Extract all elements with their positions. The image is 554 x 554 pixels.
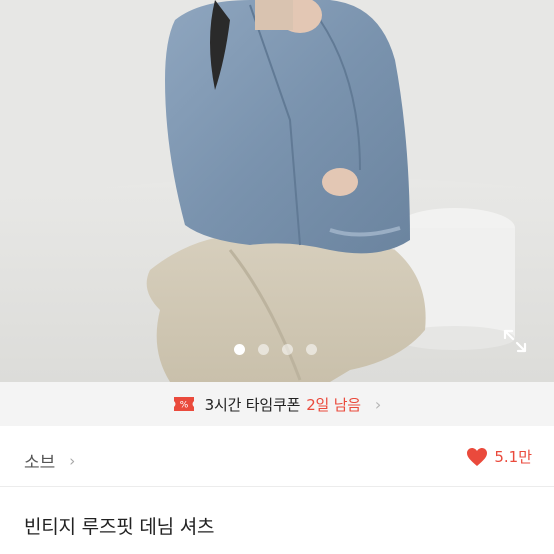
- coupon-icon: %: [173, 397, 194, 411]
- product-photo: [0, 0, 554, 382]
- carousel-dot-3[interactable]: [282, 344, 293, 355]
- store-name: 소브: [24, 453, 56, 473]
- carousel-indicator[interactable]: [234, 344, 317, 355]
- expand-icon[interactable]: [502, 328, 528, 354]
- heart-icon: [467, 447, 488, 466]
- chevron-right-icon: ›: [69, 451, 76, 470]
- product-image[interactable]: [0, 0, 554, 382]
- divider: [0, 486, 554, 487]
- carousel-dot-2[interactable]: [258, 344, 269, 355]
- coupon-label: 3시간 타임쿠폰: [204, 395, 301, 414]
- like-button[interactable]: 5.1만: [466, 446, 532, 467]
- product-title: 빈티지 루즈핏 데님 셔츠: [24, 516, 215, 538]
- coupon-remaining: 2일 남음: [306, 395, 361, 414]
- like-count: 5.1만: [494, 448, 532, 466]
- chevron-right-icon: ›: [374, 394, 382, 414]
- carousel-dot-1[interactable]: [234, 344, 245, 355]
- store-row: 소브 › 5.1만: [0, 430, 554, 486]
- time-coupon-banner[interactable]: % 3시간 타임쿠폰 2일 남음 ›: [0, 382, 554, 426]
- store-link[interactable]: 소브 ›: [24, 448, 76, 474]
- svg-text:%: %: [179, 401, 188, 411]
- carousel-dot-4[interactable]: [306, 344, 317, 355]
